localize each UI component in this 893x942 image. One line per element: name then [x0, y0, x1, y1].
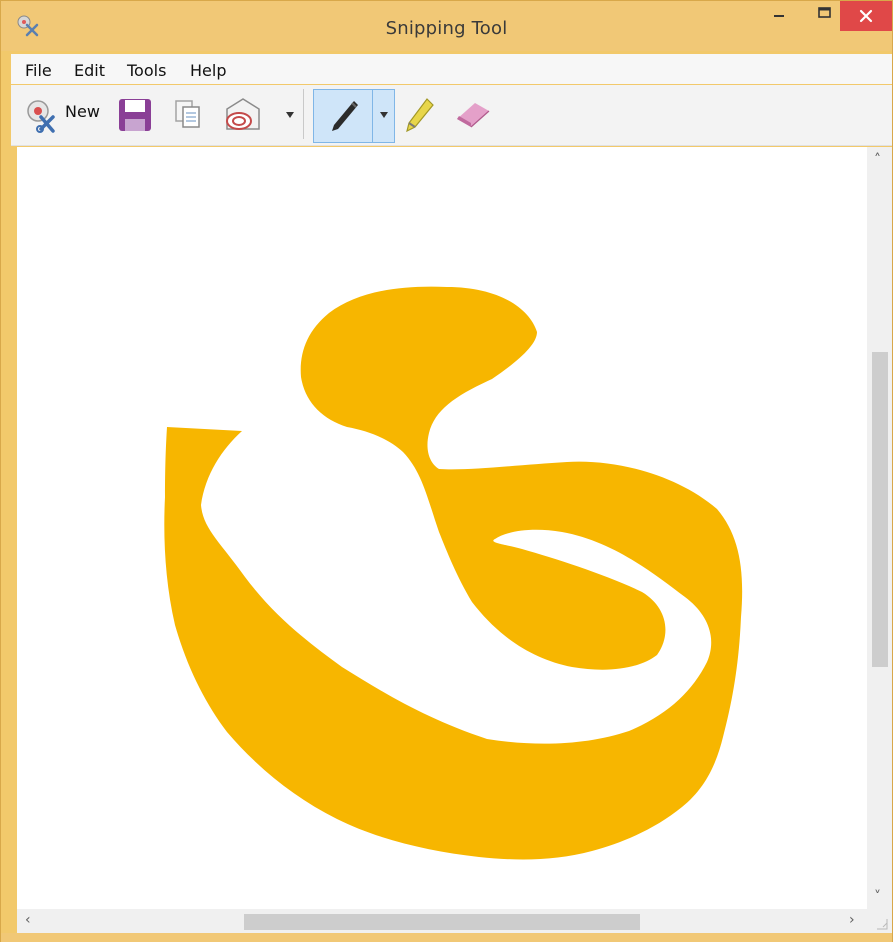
snipping-tool-window: Snipping Tool File Edit Tools Help New ˄…: [0, 0, 893, 942]
send-snip-icon[interactable]: [221, 95, 267, 135]
title-bar[interactable]: Snipping Tool: [1, 1, 892, 51]
window-bottom-border: [1, 933, 892, 942]
minimize-button[interactable]: [761, 1, 797, 31]
window-title: Snipping Tool: [385, 18, 508, 39]
horizontal-scroll-thumb[interactable]: [244, 914, 640, 930]
copy-icon[interactable]: [171, 97, 205, 131]
eraser-icon[interactable]: [449, 97, 493, 131]
scroll-right-icon[interactable]: ›: [849, 913, 855, 927]
resize-grip[interactable]: [867, 909, 892, 933]
close-icon: [859, 9, 873, 23]
new-button-label: New: [65, 102, 100, 121]
horizontal-scrollbar[interactable]: ‹ ›: [17, 909, 867, 933]
send-snip-dropdown-icon[interactable]: [283, 109, 297, 121]
pen-tool-button[interactable]: [313, 89, 395, 143]
scroll-left-icon[interactable]: ‹: [25, 913, 31, 927]
pen-split-divider: [372, 90, 373, 142]
maximize-button[interactable]: [807, 1, 843, 31]
new-snip-button[interactable]: New: [21, 91, 113, 137]
menu-file[interactable]: File: [25, 61, 52, 80]
resize-grip-icon: [877, 919, 888, 930]
highlighter-icon[interactable]: [403, 95, 437, 135]
menu-edit[interactable]: Edit: [74, 61, 105, 80]
menu-bar: File Edit Tools Help: [11, 54, 892, 84]
menu-tools[interactable]: Tools: [127, 61, 166, 80]
save-icon[interactable]: [115, 95, 155, 135]
ink-drawing: [164, 286, 743, 860]
vertical-scroll-thumb[interactable]: [872, 352, 888, 667]
scroll-down-icon[interactable]: ˅: [874, 890, 881, 904]
menu-help[interactable]: Help: [190, 61, 226, 80]
pen-dropdown-icon[interactable]: [377, 109, 391, 121]
pen-icon: [332, 101, 358, 131]
new-snip-icon: [27, 100, 55, 133]
toolbar-divider: [303, 89, 304, 139]
close-button[interactable]: [840, 1, 892, 31]
toolbar: New: [11, 85, 892, 146]
vertical-scrollbar[interactable]: ˄ ˅: [867, 147, 892, 909]
snip-canvas[interactable]: [17, 147, 867, 909]
scroll-up-icon[interactable]: ˄: [874, 153, 881, 167]
